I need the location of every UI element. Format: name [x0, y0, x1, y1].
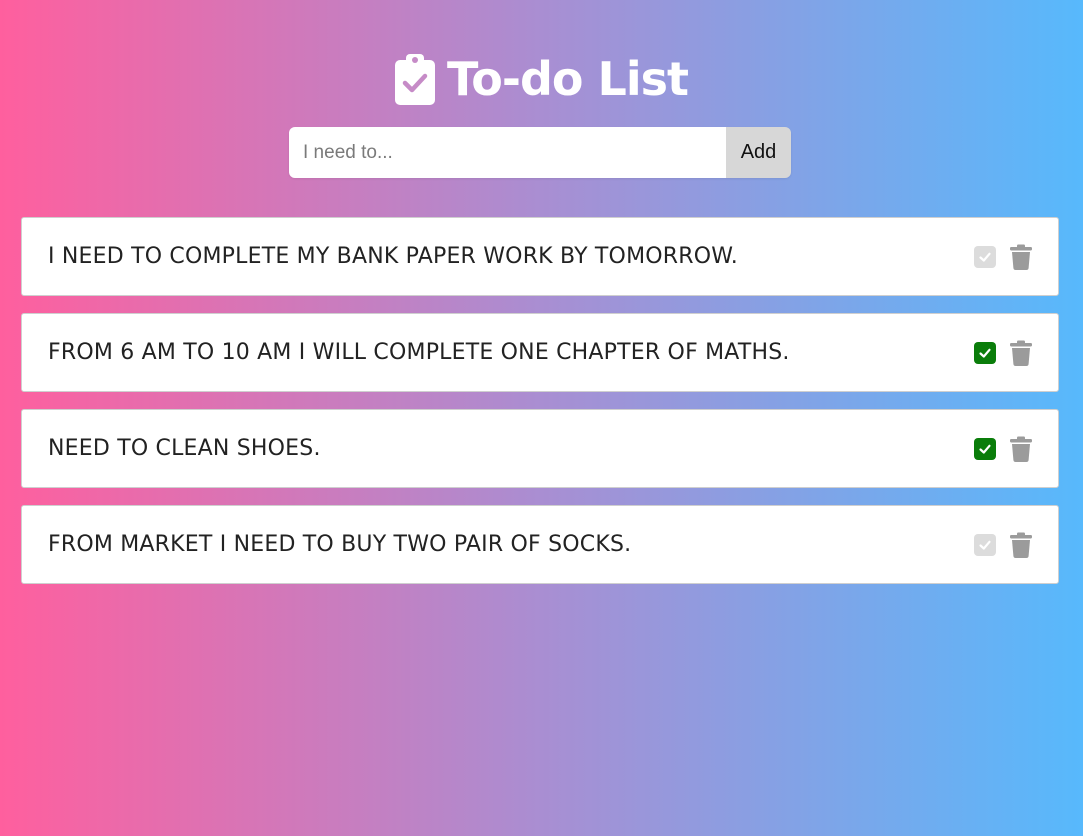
check-icon	[979, 540, 991, 550]
complete-checkbox[interactable]	[974, 341, 996, 364]
todo-item: From 6 am to 10 am I will complete one c…	[21, 313, 1059, 392]
trash-icon[interactable]	[1010, 532, 1032, 558]
todo-text: From 6 am to 10 am I will complete one c…	[48, 340, 790, 365]
todo-list: I need to complete my bank paper work by…	[21, 217, 1059, 601]
complete-checkbox[interactable]	[974, 437, 996, 460]
clipboard-check-icon	[395, 54, 436, 105]
check-icon	[979, 348, 991, 358]
check-icon	[979, 444, 991, 454]
todo-text: From market I need to buy two pair of so…	[48, 532, 632, 557]
complete-checkbox[interactable]	[974, 245, 996, 268]
add-button[interactable]: Add	[726, 127, 791, 178]
complete-checkbox[interactable]	[974, 533, 996, 556]
app-header: To-do List	[0, 52, 1083, 106]
todo-actions	[974, 244, 1032, 270]
todo-input[interactable]	[289, 127, 726, 178]
todo-actions	[974, 532, 1032, 558]
todo-text: I need to complete my bank paper work by…	[48, 244, 738, 269]
page-title: To-do List	[447, 52, 689, 106]
todo-item: I need to complete my bank paper work by…	[21, 217, 1059, 296]
todo-actions	[974, 340, 1032, 366]
todo-item: Need to clean shoes.	[21, 409, 1059, 488]
trash-icon[interactable]	[1010, 436, 1032, 462]
trash-icon[interactable]	[1010, 340, 1032, 366]
check-icon	[979, 252, 991, 262]
todo-actions	[974, 436, 1032, 462]
trash-icon[interactable]	[1010, 244, 1032, 270]
add-todo-form: Add	[289, 127, 791, 178]
todo-text: Need to clean shoes.	[48, 436, 321, 461]
todo-item: From market I need to buy two pair of so…	[21, 505, 1059, 584]
